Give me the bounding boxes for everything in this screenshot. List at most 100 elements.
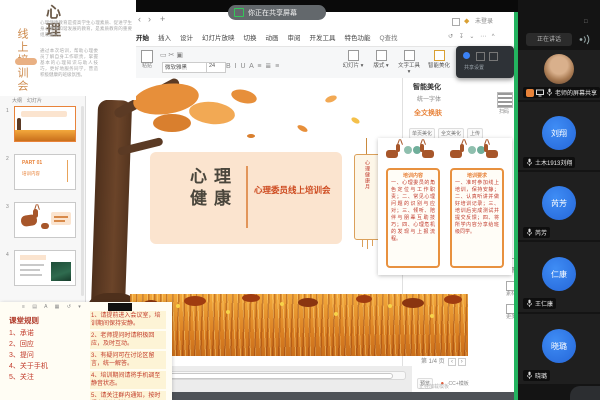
avatar: 刘翔: [542, 116, 576, 150]
doc-paragraph: 通过本次培训，帮助心理委员了解自身工作职责，掌握基本的心理知识与助人技巧，更好地…: [40, 48, 98, 78]
card-body: 一、准时参加线上培训，保持安静；二、认真听讲并做好培训记录；三、培训后完成测试并…: [455, 180, 499, 236]
clipboard-icons[interactable]: ▭ ✂ ▣: [160, 51, 183, 59]
pane-title: 智能美化: [413, 83, 441, 92]
qr-scan-label: 扫码: [499, 109, 509, 116]
tab-animation[interactable]: 动画: [266, 32, 279, 42]
horizontal-scrollbar[interactable]: [136, 371, 406, 380]
slide-thumb-1[interactable]: [14, 106, 76, 142]
wheat-field-illustration: [130, 294, 468, 356]
rule-item: 1、请提前进入会议室，培训期间保持安静。: [90, 311, 166, 329]
option-icon: [476, 52, 485, 61]
cards-window: 培训内容 一、心理委员的角色定位与工作职责；二、常见心理问题的识别与应对；三、倾…: [378, 138, 512, 275]
beautify-group-button[interactable]: 智能美化: [426, 50, 452, 72]
card-body: 一、心理委员的角色定位与工作职责；二、常见心理问题的识别与应对；三、倾听、陪伴与…: [391, 180, 435, 243]
popup-label: 共享设置: [464, 65, 484, 72]
tile-name-label: 土木1913刘翔: [523, 157, 575, 168]
more-templates-link[interactable]: CC+模板: [449, 381, 469, 387]
option-icon: [489, 52, 498, 61]
tab-devtools[interactable]: 开发工具: [310, 32, 336, 42]
panel-scrollbar[interactable]: [81, 106, 84, 296]
nav-back-icon[interactable]: ‹: [138, 14, 141, 24]
window-square-icon[interactable]: [452, 18, 460, 26]
vip-crown-icon[interactable]: ◆: [464, 17, 469, 25]
tile-name-label: 老师的屏幕共享: [523, 87, 600, 98]
speaking-indicator: 正在讲话: [526, 33, 572, 46]
slide-title-text: 心理 健康: [190, 166, 250, 210]
card-title: 培训内容: [391, 173, 435, 180]
share-settings-popup[interactable]: 共享设置: [456, 46, 514, 78]
pane-loading-text: 正在加载模板: [419, 384, 449, 391]
scrollbar-thumb[interactable]: [139, 373, 393, 379]
doc-mini-toolbar[interactable]: ≡ ▤ A ▦ ↺ ▾: [22, 304, 84, 311]
rules-heading: 课堂规则: [9, 315, 39, 326]
tile-name-label: 晓璐: [523, 370, 550, 381]
status-strip: [130, 366, 412, 392]
slide-thumbnail-panel: 大纲 幻灯片 1 2 PART 01 培训内容 3 4: [0, 96, 86, 302]
pane-item-unify-font[interactable]: 统一字体: [417, 96, 441, 104]
layout-group-button[interactable]: 版式 ▾: [368, 50, 394, 72]
font-style-icons[interactable]: B I U A ≡ ≣ ≡: [226, 62, 280, 70]
slides-group-button[interactable]: 幻灯片 ▾: [340, 50, 366, 72]
title-divider: [246, 166, 248, 228]
slide-thumb-3[interactable]: [14, 202, 76, 238]
qr-code-icon[interactable]: [497, 92, 513, 108]
slide-thumb-4[interactable]: [14, 250, 76, 286]
screen: ‹ › + ◆ 未登录 开始 插入 设计 幻灯片放映 切换 动画 审阅 开发工具…: [0, 0, 600, 400]
banner-text: 心理健康月: [364, 160, 371, 190]
font-size-combobox[interactable]: 24: [206, 62, 226, 73]
highlight-pill: [15, 58, 37, 65]
floating-control-corner[interactable]: [570, 386, 600, 400]
panel-view-tabs[interactable]: 大纲 幻灯片: [12, 98, 42, 105]
screen-share-banner[interactable]: 你正在共享屏幕: [228, 5, 326, 20]
left-document: 心理 线上培训会 心理健康教育是提高学生心理素质、促进学生身心健康和谐发展的教育…: [0, 0, 136, 100]
tab-home[interactable]: 开始: [136, 32, 149, 42]
rule-item: 4、培训期间请将手机调至静音状态。: [90, 371, 166, 389]
window-control-icons[interactable]: ↺ ↧ ⌄ ⋯ ^: [448, 33, 497, 41]
tab-transition[interactable]: 切换: [244, 32, 257, 42]
training-content-card[interactable]: 培训内容 一、心理委员的角色定位与工作职责；二、常见心理问题的识别与应对；三、倾…: [386, 168, 440, 268]
share-screen-icon: [234, 8, 244, 17]
tile-name-label: 芮芳: [523, 227, 550, 238]
tab-search[interactable]: Q查找: [380, 32, 398, 42]
slide-subtitle-text: 心理委员线上培训会: [254, 184, 338, 196]
new-tab-icon[interactable]: +: [160, 14, 165, 24]
monitor-icon: [536, 89, 544, 97]
tab-features[interactable]: 特色功能: [345, 32, 371, 42]
rules-toc: 1、承诺 2、回应 3、提问 4、关于手机 5、关注: [9, 328, 48, 383]
slide-title-box[interactable]: 心理 健康 心理委员线上培训会: [150, 152, 342, 244]
card-title: 培训要求: [455, 173, 499, 180]
nav-forward-icon[interactable]: ›: [148, 14, 151, 24]
rule-item: 3、有疑问可在讨论区留言，统一解答。: [90, 351, 166, 369]
mic-icon: [526, 299, 533, 308]
rule-item: 2、老师提问时请积极回应，及时互动。: [90, 331, 166, 349]
tab-slideshow[interactable]: 幻灯片放映: [202, 32, 235, 42]
bottom-window-edge: [130, 392, 518, 400]
thumb-number: 3: [6, 204, 9, 211]
rule-item: 5、请关注群内通知，按时提交培训反馈。: [90, 391, 166, 400]
texttool-group-button[interactable]: 文字工具 ▾: [396, 50, 422, 78]
paste-button[interactable]: 粘贴: [138, 50, 156, 70]
rules-items: 1、请提前进入会议室，培训期间保持安静。 2、老师提问时请积极回应，及时互动。 …: [90, 311, 166, 400]
tooltip-rect: [108, 303, 132, 311]
tab-insert[interactable]: 插入: [158, 32, 171, 42]
audio-waves-icon: [578, 34, 592, 45]
doc-paragraph: 心理健康教育是提高学生心理素质、促进学生身心健康和谐发展的教育，是素质教育的重要…: [40, 20, 132, 38]
rules-document: ≡ ▤ A ▦ ↺ ▾ 课堂规则 1、承诺 2、回应 3、提问 4、关于手机 5…: [0, 302, 172, 400]
sharing-badge-icon: [526, 89, 534, 97]
slide-thumb-2[interactable]: PART 01 培训内容: [14, 154, 76, 190]
sidebar-expand-icon[interactable]: □: [584, 18, 588, 26]
avatar: 芮芳: [542, 186, 576, 220]
tab-design[interactable]: 设计: [180, 32, 193, 42]
mic-icon: [526, 228, 533, 237]
thumb-number: 2: [6, 156, 9, 163]
pane-link-reskin[interactable]: 全文换肤: [414, 108, 442, 118]
font-name-combobox[interactable]: 微软雅黑: [162, 62, 208, 73]
thumb-number: 4: [6, 252, 9, 259]
training-requirements-card[interactable]: 培训要求 一、准时参加线上培训，保持安静；二、认真听讲并做好培训记录；三、培训后…: [450, 168, 504, 268]
login-status-text[interactable]: 未登录: [475, 18, 493, 26]
pane-pagination[interactable]: 第 1/4 页 ‹ ›: [421, 358, 466, 366]
tab-review[interactable]: 审阅: [288, 32, 301, 42]
avatar: [544, 54, 574, 84]
avatar: 晓璐: [542, 329, 576, 363]
tile-name-label: 王仁康: [523, 298, 556, 309]
